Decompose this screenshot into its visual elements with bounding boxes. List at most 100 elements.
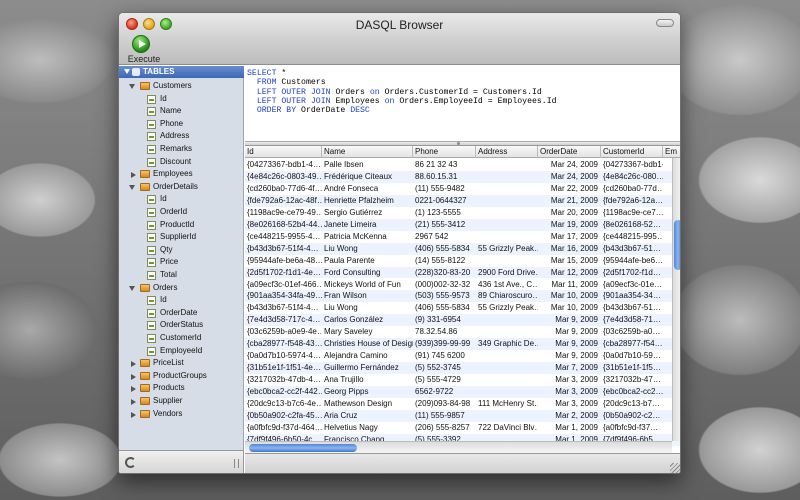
table-row[interactable]: {0b50a902-c2fa-45… Aria Cruz (11) 555-9857… <box>245 409 680 422</box>
cell-address: 2900 Ford Drive… <box>478 267 538 277</box>
column-header-address[interactable]: Address <box>476 146 538 158</box>
cell-address: 436 1st Ave., C… <box>478 279 538 289</box>
table-row[interactable]: {04273367-bdb1-4… Palle Ibsen 86 21 32 43 M… <box>245 159 680 171</box>
sidebar-column-label: CustomerId <box>160 333 202 342</box>
cell-name: Ford Consulting <box>324 267 381 277</box>
sidebar-table-orders[interactable]: Orders <box>119 282 244 295</box>
sidebar-table-label: Products <box>153 383 185 393</box>
cell-customerid: {fde792a6-12a… <box>603 195 663 205</box>
sidebar-table-customers[interactable]: Customers <box>119 80 244 93</box>
sidebar-header[interactable]: TABLES <box>119 66 244 78</box>
refresh-icon[interactable] <box>125 457 136 468</box>
cell-customerid: {0b50a902-c2… <box>603 410 661 420</box>
disclosure-open-icon[interactable] <box>129 285 135 291</box>
sidebar-column-orderdate[interactable]: OrderDate <box>119 307 244 320</box>
cell-orderdate: Mar 3, 2009 <box>555 387 598 397</box>
disclosure-closed-icon[interactable] <box>131 411 136 418</box>
cell-id: {3217032b-47db-4… <box>247 375 321 385</box>
column-header-id[interactable]: Id <box>245 146 322 158</box>
horizontal-scroll-thumb[interactable] <box>249 444 357 452</box>
disclosure-closed-icon[interactable] <box>131 399 136 405</box>
sidebar-table-label: Vendors <box>153 408 183 418</box>
column-header-orderdate[interactable]: OrderDate <box>538 146 601 158</box>
vertical-scrollbar[interactable] <box>672 158 680 441</box>
table-row[interactable]: {8e026168-52b4-44… Janete Limeira (21) 555… <box>245 218 680 231</box>
table-row[interactable]: {fde792a6-12ac-48f… Henriette Pfalzheim 02… <box>245 194 680 207</box>
sidebar-column-total[interactable]: Total <box>119 269 244 282</box>
table-row[interactable]: {ebc0bca2-cc2f-442… Georg Pipps 6562-9722 M… <box>245 386 680 398</box>
table-icon <box>140 170 150 179</box>
sidebar-column-remarks[interactable]: Remarks <box>119 143 244 156</box>
table-row[interactable]: {ce448215-9955-4… Patricia McKenna 2967 54… <box>245 231 680 243</box>
disclosure-closed-icon[interactable] <box>131 386 136 393</box>
sidebar-column-discount[interactable]: Discount <box>119 156 244 169</box>
cell-orderdate: Mar 9, 2009 <box>555 351 598 361</box>
sidebar-column-name[interactable]: Name <box>119 105 244 118</box>
cell-orderdate: Mar 24, 2009 <box>550 171 598 181</box>
sidebar-column-qty[interactable]: Qty <box>119 244 244 257</box>
sidebar-column-address[interactable]: Address <box>119 130 244 143</box>
sidebar-column-employeeid[interactable]: EmployeeId <box>119 345 244 358</box>
execute-button[interactable]: Execute <box>123 34 165 64</box>
sidebar-table-supplier[interactable]: Supplier <box>119 395 244 408</box>
sidebar-table-employees[interactable]: Employees <box>119 168 244 181</box>
sidebar-column-id[interactable]: Id <box>119 93 244 106</box>
disclosure-closed-icon[interactable] <box>131 373 136 380</box>
toolbar-toggle-button[interactable] <box>656 19 674 27</box>
disclosure-closed-icon[interactable] <box>131 361 136 368</box>
disclosure-open-icon[interactable] <box>129 84 135 89</box>
table-row[interactable]: {901aa354-34fa-49… Fran Wilson (503) 555-9… <box>245 290 680 303</box>
column-header-phone[interactable]: Phone <box>413 146 476 158</box>
cell-orderdate: Mar 9, 2009 <box>555 339 598 349</box>
disclosure-open-icon[interactable] <box>129 184 135 190</box>
table-row[interactable]: {0a0d7b10-5974-4… Alejandra Camino (91) 74… <box>245 350 680 362</box>
sidebar-table-productgroups[interactable]: ProductGroups <box>119 370 244 383</box>
sidebar-column-id[interactable]: Id <box>119 193 244 206</box>
table-row[interactable]: {1198ac9e-ce79-49… Sergio Gutiérrez (1) 12… <box>245 207 680 219</box>
sidebar-column-orderid[interactable]: OrderId <box>119 206 244 219</box>
sidebar-column-customerid[interactable]: CustomerId <box>119 332 244 345</box>
table-row[interactable]: {b43d3b67-51f4-4… Liu Wong (406) 555-5834 5… <box>245 302 680 314</box>
table-row[interactable]: {cba28977-f548-43… Christies House of Des… <box>245 338 680 351</box>
sql-editor[interactable]: SELECT * FROM Customers LEFT OUTER JOIN … <box>245 66 680 141</box>
table-row[interactable]: {95944afe-be6a-48… Paula Parente (14) 555-… <box>245 255 680 267</box>
table-row[interactable]: {a09ecf3c-01ef-466… Mickeys World of Fun (… <box>245 279 680 291</box>
table-row[interactable]: {03c6259b-a0e9-4e… Mary Saveley 78.32.54.8… <box>245 326 680 338</box>
column-header-em[interactable]: Em <box>663 146 680 158</box>
horizontal-scrollbar[interactable] <box>245 441 672 453</box>
title-bar[interactable]: DASQL Browser Execute <box>119 13 680 65</box>
cell-customerid: {ebc0bca2-cc2… <box>603 387 663 397</box>
table-row[interactable]: {4e84c26c-0803-49… Frédérique Citeaux 88.6… <box>245 170 680 183</box>
sidebar-column-label: OrderDate <box>160 307 198 317</box>
sidebar-column-id[interactable]: Id <box>119 294 244 307</box>
sidebar-column-productid[interactable]: ProductId <box>119 219 244 232</box>
table-row[interactable]: {cd260ba0-77d6-4f… André Fonseca (11) 555-… <box>245 183 680 195</box>
database-icon <box>132 68 140 76</box>
splitter-grip-icon[interactable] <box>234 459 239 468</box>
disclosure-closed-icon[interactable] <box>131 172 136 179</box>
table-row[interactable]: {2d5f1702-f1d1-4e… Ford Consulting (228)32… <box>245 266 680 279</box>
sidebar-column-phone[interactable]: Phone <box>119 118 244 131</box>
column-header-name[interactable]: Name <box>322 146 413 158</box>
sql-keyword: ORDER BY <box>256 106 297 116</box>
cell-id: {03c6259b-a0e9-4e… <box>247 327 322 337</box>
table-row[interactable]: {31b51e1f-1f51-4e… Guillermo Fernández (5)… <box>245 362 680 375</box>
sidebar-table-vendors[interactable]: Vendors <box>119 408 244 421</box>
sidebar-column-supplierid[interactable]: SupplierId <box>119 231 244 244</box>
column-header-customerid[interactable]: CustomerId <box>601 146 663 158</box>
window-resize-grip[interactable] <box>670 463 680 473</box>
cell-name: Alejandra Camino <box>324 351 388 361</box>
sql-keyword: LEFT OUTER JOIN <box>256 87 331 97</box>
vertical-scroll-thumb[interactable] <box>674 220 680 270</box>
sidebar-table-pricelist[interactable]: PriceList <box>119 357 244 370</box>
table-row[interactable]: {20dc9c13-b7c6-4e… Mathewson Design (209)0… <box>245 398 680 410</box>
table-row[interactable]: {a0fbfc9d-f37d-464… Helvetius Nagy (206) 5… <box>245 422 680 434</box>
table-row[interactable]: {7e4d3d58-717c-4… Carlos González (9) 331-… <box>245 314 680 327</box>
sidebar-column-price[interactable]: Price <box>119 256 244 269</box>
sidebar-column-orderstatus[interactable]: OrderStatus <box>119 319 244 332</box>
table-row[interactable]: {b43d3b67-51f4-4… Liu Wong (406) 555-5834 5… <box>245 242 680 255</box>
cell-name: Fran Wilson <box>324 291 367 301</box>
table-row[interactable]: {3217032b-47db-4… Ana Trujillo (5) 555-472… <box>245 374 680 386</box>
sidebar-table-products[interactable]: Products <box>119 382 244 395</box>
sidebar-table-orderdetails[interactable]: OrderDetails <box>119 181 244 194</box>
